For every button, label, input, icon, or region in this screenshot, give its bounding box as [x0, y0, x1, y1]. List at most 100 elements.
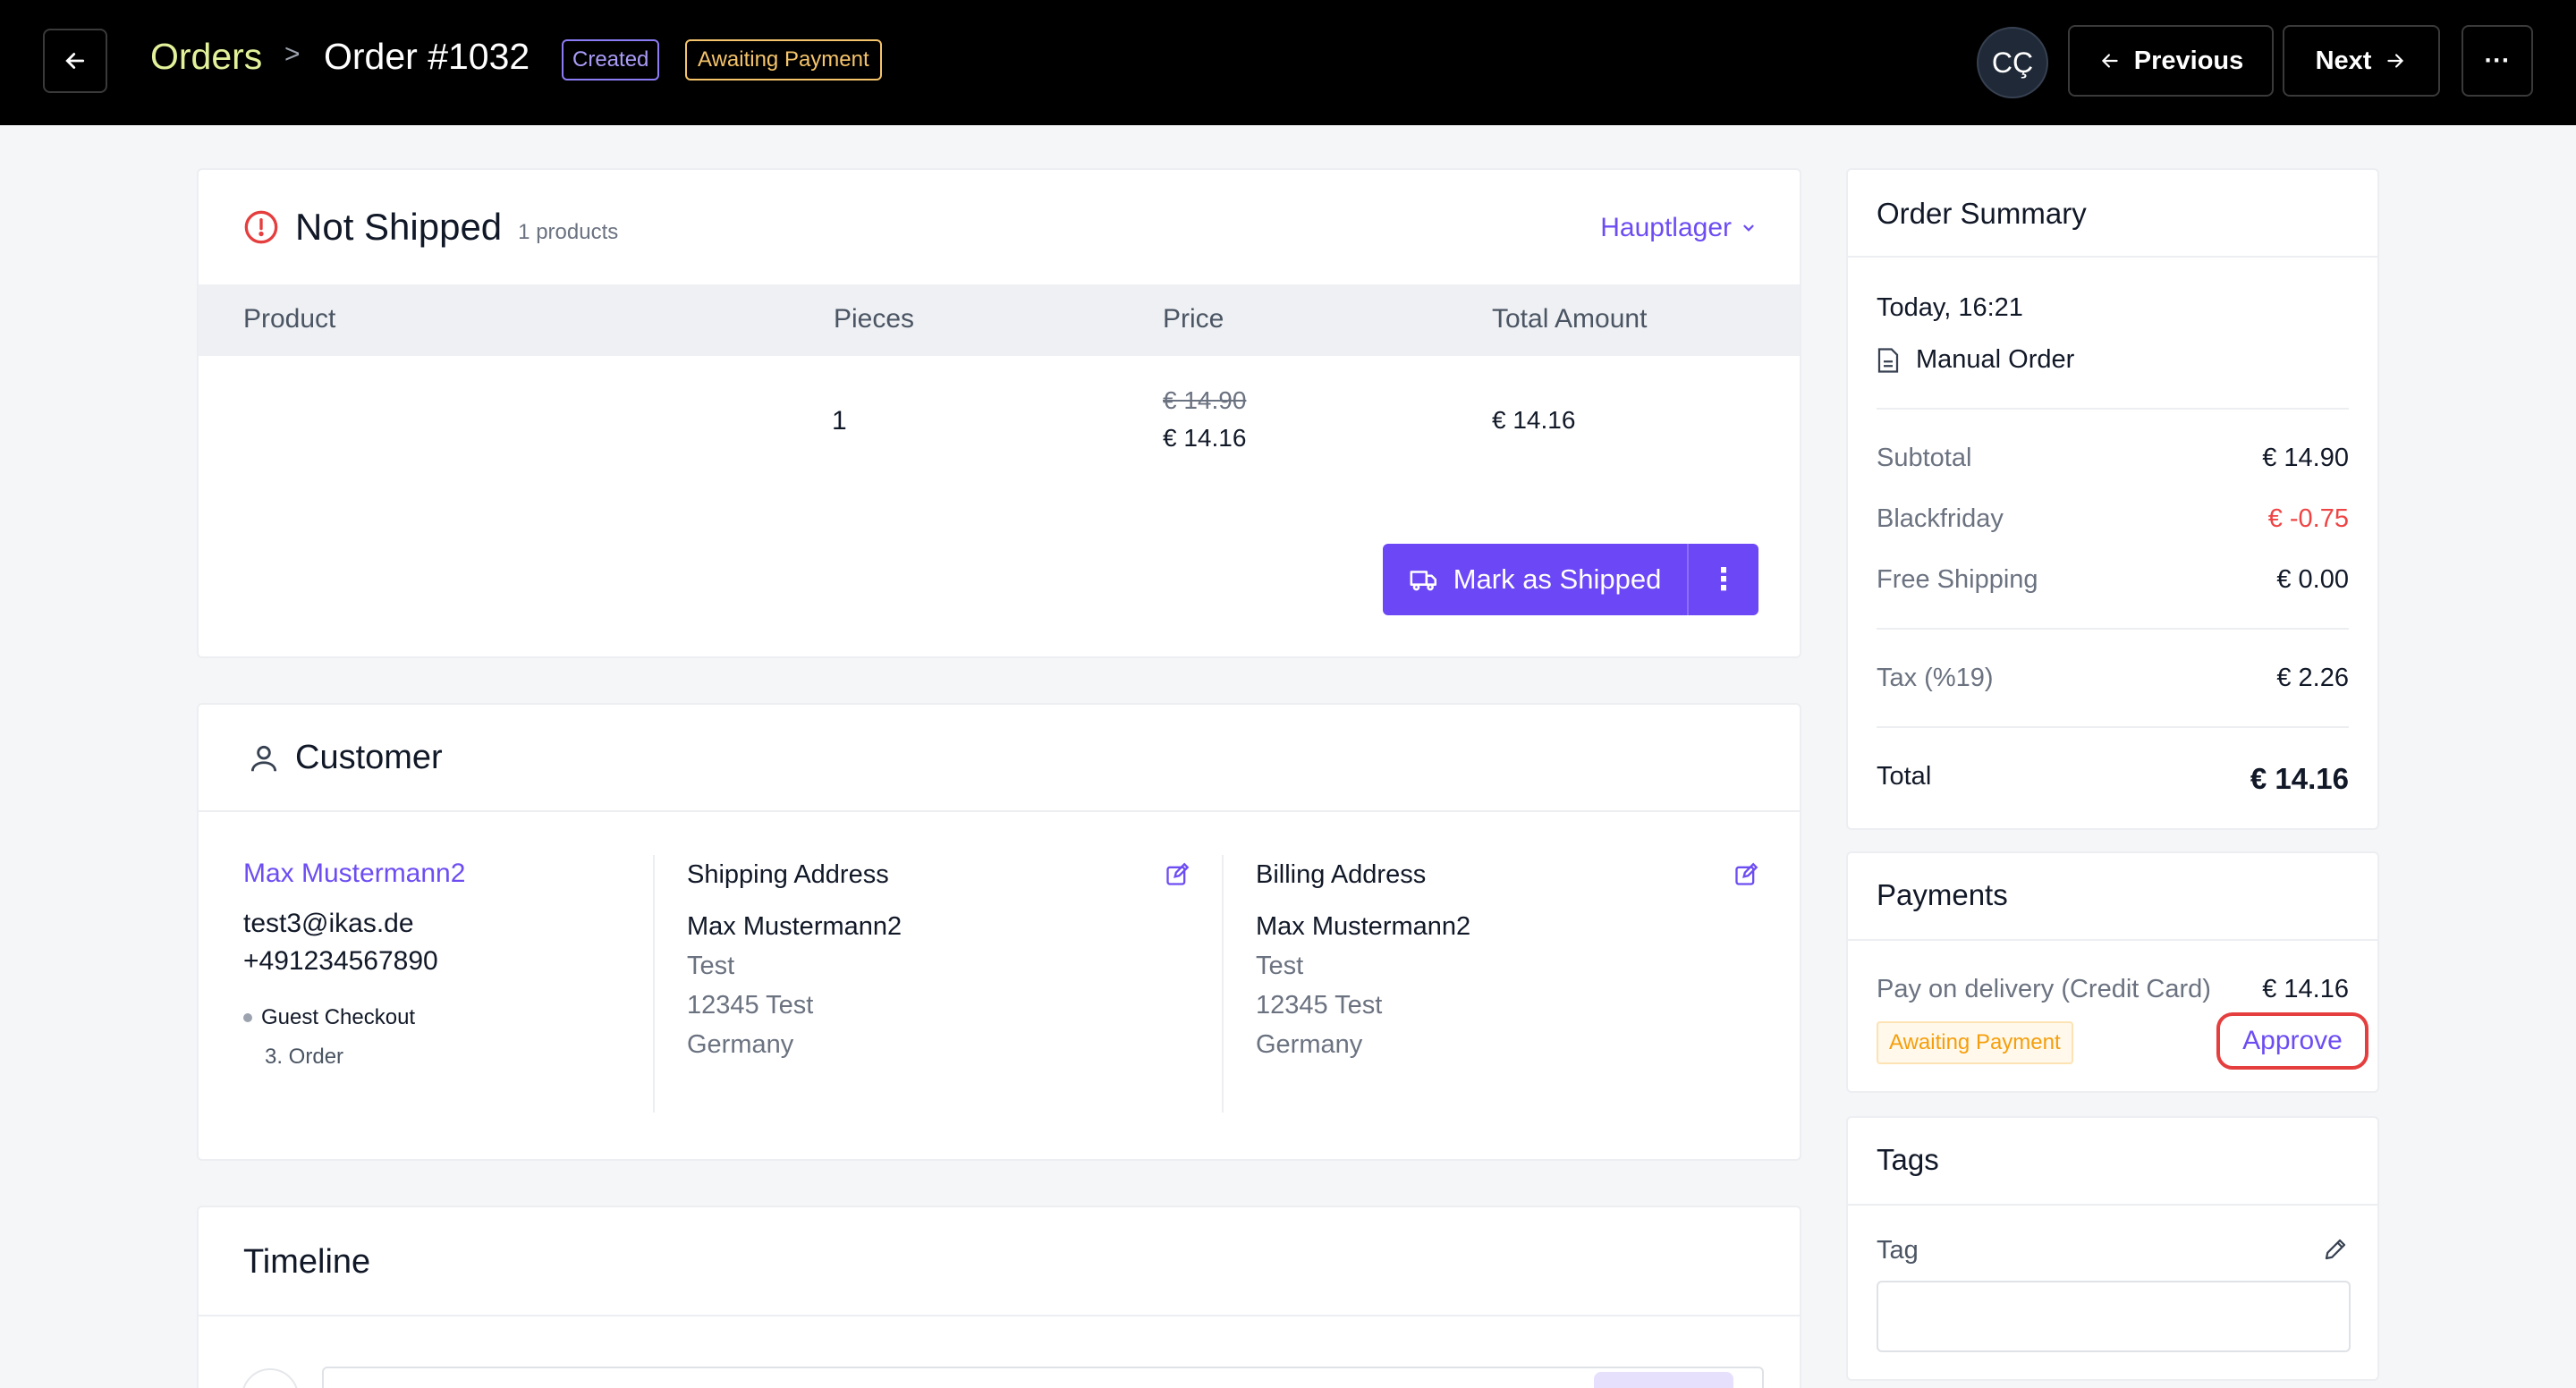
column-product: Product	[243, 304, 336, 334]
shipment-title: Not Shipped	[295, 206, 503, 248]
ship-more-button[interactable]: ⋮	[1687, 544, 1758, 615]
total-label: Total	[1877, 762, 1932, 791]
shipping-label: Free Shipping	[1877, 565, 2038, 594]
top-bar: Orders > Order #1032 Created Awaiting Pa…	[0, 0, 2576, 125]
payment-row: Pay on delivery (Credit Card) € 14.16	[1877, 975, 2349, 1004]
order-source-label: Manual Order	[1916, 345, 2075, 374]
billing-line2: 12345 Test	[1256, 991, 1383, 1020]
page-title: Order #1032	[324, 36, 530, 77]
breadcrumb-orders[interactable]: Orders	[150, 36, 262, 78]
truck-icon	[1410, 571, 1436, 591]
old-price: € 14.90	[1163, 386, 1247, 414]
previous-label: Previous	[2133, 46, 2244, 75]
timeline-comment-input[interactable]	[322, 1367, 1764, 1388]
shipping-address-title: Shipping Address	[687, 860, 889, 889]
tag-input[interactable]	[1877, 1281, 2351, 1352]
more-options-button[interactable]: ···	[2462, 25, 2533, 97]
more-icon: ···	[2484, 46, 2511, 75]
order-summary-card: Order Summary Today, 16:21 Manual Order …	[1846, 168, 2379, 830]
shipping-country: Germany	[687, 1030, 794, 1059]
total-value: € 14.16	[2250, 762, 2349, 795]
total-cell: € 14.16	[1492, 406, 1576, 434]
timeline-header: Timeline	[199, 1207, 1800, 1316]
column-pieces: Pieces	[834, 304, 915, 334]
column-price: Price	[1163, 304, 1224, 334]
payments-title: Payments	[1877, 878, 2008, 911]
mark-as-shipped-label: Mark as Shipped	[1453, 563, 1662, 595]
price-cell: € 14.16	[1163, 424, 1247, 452]
shipping-name: Max Mustermann2	[687, 912, 902, 941]
column-total: Total Amount	[1492, 304, 1648, 334]
discount-value: € -0.75	[2267, 504, 2349, 533]
mark-as-shipped-button[interactable]: Mark as Shipped	[1383, 544, 1687, 615]
customer-card: Customer Max Mustermann2 test3@ikas.de +…	[197, 703, 1801, 1161]
payment-method: Pay on delivery (Credit Card)	[1877, 975, 2211, 1003]
back-button[interactable]	[43, 29, 107, 93]
status-badge-payment: Awaiting Payment	[685, 39, 882, 80]
divider	[1877, 726, 2349, 728]
column-divider	[1222, 855, 1224, 1113]
chevron-down-icon	[1743, 224, 1754, 232]
billing-country: Germany	[1256, 1030, 1363, 1059]
avatar[interactable]: CÇ	[1977, 27, 2048, 98]
billing-address-title: Billing Address	[1256, 860, 1427, 889]
tax-label: Tax (%19)	[1877, 664, 1994, 692]
warehouse-label: Hauptlager	[1600, 213, 1732, 242]
order-source: Manual Order	[1877, 345, 2074, 375]
table-header: Product Pieces Price Total Amount	[199, 284, 1800, 356]
mark-as-shipped-button-group: Mark as Shipped ⋮	[1383, 544, 1758, 615]
divider	[1877, 408, 2349, 410]
payment-amount: € 14.16	[2262, 975, 2349, 1003]
timeline-avatar	[242, 1368, 299, 1388]
approve-button[interactable]: Approve	[2216, 1012, 2368, 1070]
order-date: Today, 16:21	[1877, 293, 2023, 322]
arrow-left-icon	[2101, 54, 2118, 68]
payment-status-badge: Awaiting Payment	[1877, 1021, 2073, 1064]
pencil-icon[interactable]	[2322, 1236, 2349, 1263]
customer-email: test3@ikas.de	[243, 909, 414, 938]
tax-value: € 2.26	[2276, 664, 2349, 692]
next-label: Next	[2315, 46, 2372, 75]
edit-shipping-icon[interactable]	[1165, 862, 1190, 887]
tags-title: Tags	[1877, 1143, 1939, 1176]
document-icon	[1877, 347, 1899, 373]
timeline-card: Timeline	[197, 1206, 1801, 1388]
customer-name-link[interactable]: Max Mustermann2	[243, 859, 465, 889]
total-row: Total € 14.16	[1877, 762, 2349, 796]
subtotal-value: € 14.90	[2262, 444, 2349, 472]
shipment-card: Not Shipped 1 products Hauptlager Produc…	[197, 168, 1801, 658]
shipping-line2: 12345 Test	[687, 991, 814, 1020]
tags-card: Tags Tag	[1846, 1116, 2379, 1381]
previous-button[interactable]: Previous	[2068, 25, 2274, 97]
customer-phone: +491234567890	[243, 946, 438, 976]
discount-label: Blackfriday	[1877, 504, 2004, 533]
shipment-header: Not Shipped 1 products	[243, 206, 618, 249]
guest-checkout-label: Guest Checkout	[261, 1005, 416, 1029]
order-count: 3. Order	[265, 1045, 344, 1069]
status-dot	[243, 1013, 252, 1022]
tags-header: Tags	[1848, 1118, 2377, 1206]
timeline-send-button[interactable]	[1594, 1372, 1733, 1388]
column-divider	[653, 855, 655, 1113]
shipping-line1: Test	[687, 952, 735, 980]
payments-card: Payments Pay on delivery (Credit Card) €…	[1846, 851, 2379, 1093]
pieces-cell: 1	[832, 406, 847, 436]
arrow-left-icon	[65, 53, 85, 69]
breadcrumb-separator: >	[284, 39, 301, 69]
order-summary-title: Order Summary	[1877, 197, 2087, 230]
vertical-dots-icon: ⋮	[1708, 563, 1739, 597]
edit-billing-icon[interactable]	[1733, 862, 1758, 887]
timeline-title: Timeline	[243, 1243, 371, 1281]
payments-header: Payments	[1848, 853, 2377, 941]
shipping-value: € 0.00	[2276, 565, 2349, 594]
next-button[interactable]: Next	[2283, 25, 2440, 97]
tax-row: Tax (%19) € 2.26	[1877, 664, 2349, 693]
order-summary-header: Order Summary	[1848, 170, 2377, 258]
billing-line1: Test	[1256, 952, 1304, 980]
customer-header: Customer	[199, 705, 1800, 812]
shipping-row: Free Shipping € 0.00	[1877, 565, 2349, 595]
status-badge-created: Created	[562, 39, 660, 80]
customer-title: Customer	[295, 739, 443, 776]
user-icon	[250, 745, 277, 771]
warehouse-dropdown[interactable]: Hauptlager	[1600, 213, 1757, 243]
